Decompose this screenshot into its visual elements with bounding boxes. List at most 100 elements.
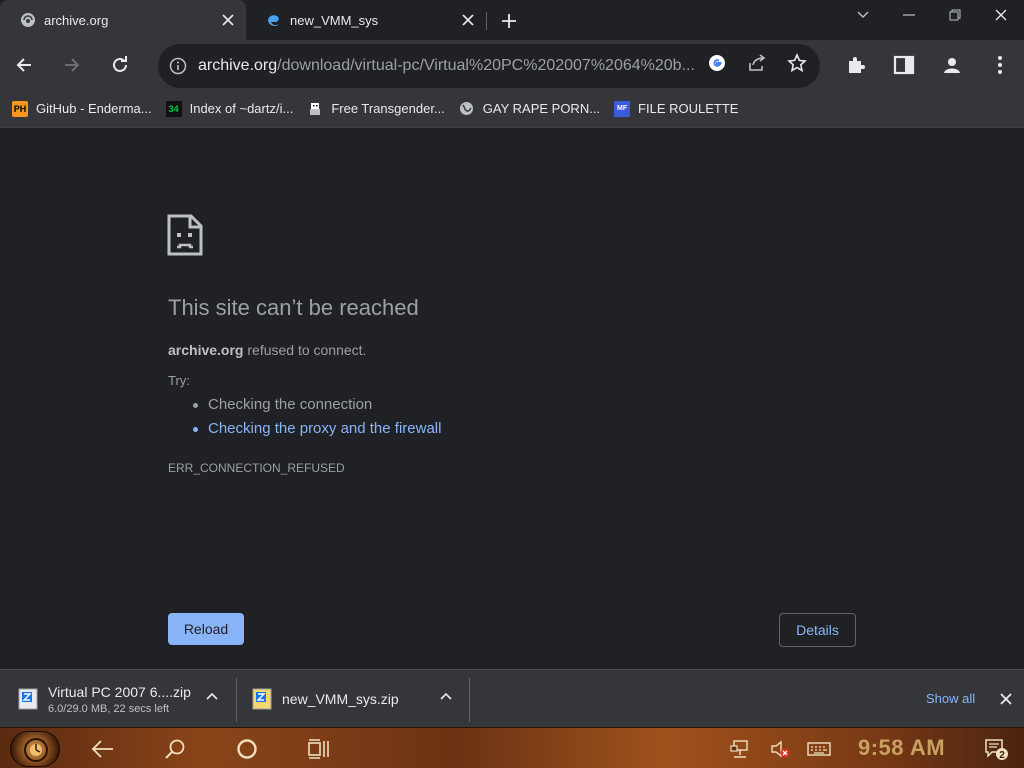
chevron-down-icon xyxy=(857,11,869,18)
sad-page-icon xyxy=(166,213,204,262)
download-filename: Virtual PC 2007 6....zip xyxy=(48,683,191,700)
cortana-circle-icon xyxy=(237,739,257,759)
browser-toolbar: archive.org/download/virtual-pc/Virtual%… xyxy=(0,40,1024,90)
restore-icon xyxy=(949,9,961,21)
start-button[interactable] xyxy=(10,731,60,767)
tab-archive[interactable]: archive.org xyxy=(0,0,246,40)
error-host: archive.org xyxy=(168,342,244,358)
reload-button[interactable]: Reload xyxy=(168,613,244,645)
suggestion-check-proxy-link[interactable]: Checking the proxy and the firewall xyxy=(192,420,441,444)
index-favicon-icon: 34 xyxy=(165,100,182,117)
restore-button[interactable] xyxy=(932,0,978,30)
clock-gear-icon xyxy=(24,738,48,762)
side-panel-icon[interactable] xyxy=(892,53,916,77)
notification-center-button[interactable]: 2 xyxy=(982,736,1010,762)
try-label: Try: xyxy=(168,373,190,388)
tab-title: archive.org xyxy=(44,12,109,28)
show-all-downloads-link[interactable]: Show all xyxy=(926,691,975,706)
error-description: archive.org refused to connect. xyxy=(168,342,366,358)
url-path: /download/virtual-pc/Virtual%20PC%202007… xyxy=(277,57,694,74)
download-filename: new_VMM_sys.zip xyxy=(282,691,399,707)
tab-search-button[interactable] xyxy=(840,0,886,30)
arrow-right-icon xyxy=(65,58,80,72)
url-text[interactable]: archive.org/download/virtual-pc/Virtual%… xyxy=(198,57,694,75)
bookmark-index-of-dartz[interactable]: 34 Index of ~dartz/i... xyxy=(165,95,294,123)
bookmark-globe-site[interactable]: GAY RAPE PORN... xyxy=(459,95,600,123)
error-title: This site can’t be reached xyxy=(168,295,419,320)
tab-separator xyxy=(486,12,487,30)
profile-avatar-icon[interactable] xyxy=(940,53,964,77)
cortana-button[interactable] xyxy=(234,736,260,762)
bookmark-github[interactable]: PH GitHub - Enderma... xyxy=(12,95,152,123)
bookmark-label: GAY RAPE PORN... xyxy=(482,101,601,116)
arrow-left-icon xyxy=(91,740,113,758)
zip-file-icon xyxy=(18,688,38,710)
google-lens-icon[interactable] xyxy=(706,52,728,74)
tab-title: new_VMM_sys xyxy=(290,12,379,28)
tab-new-vmm-sys[interactable]: new_VMM_sys xyxy=(246,0,486,40)
pornhub-favicon-icon: PH xyxy=(12,100,28,117)
close-shelf-icon[interactable] xyxy=(996,689,1016,709)
more-menu-icon[interactable] xyxy=(988,53,1012,77)
globe-icon xyxy=(459,101,475,117)
taskbar-back-button[interactable] xyxy=(90,736,116,762)
notification-icon: 2 xyxy=(985,739,1008,761)
bookmark-label: Free Transgender... xyxy=(331,101,445,116)
minimize-icon xyxy=(903,14,915,16)
bookmark-label: FILE ROULETTE xyxy=(638,101,739,116)
suggestion-check-connection: Checking the connection xyxy=(192,396,441,420)
bookmark-star-icon[interactable] xyxy=(786,52,808,74)
bookmark-free-transgender[interactable]: Free Transgender... xyxy=(307,95,445,123)
download-options-chevron-icon[interactable] xyxy=(436,686,456,706)
download-options-chevron-icon[interactable] xyxy=(202,686,222,706)
bookmark-label: GitHub - Enderma... xyxy=(36,101,152,116)
minimize-button[interactable] xyxy=(886,0,932,30)
close-icon xyxy=(995,9,1007,21)
share-icon[interactable] xyxy=(746,52,768,74)
zip-file-icon xyxy=(252,688,272,710)
taskbar-search-button[interactable] xyxy=(162,736,188,762)
suggestion-list: Checking the connection Checking the pro… xyxy=(192,396,441,444)
close-window-button[interactable] xyxy=(978,0,1024,30)
reload-toolbar-button[interactable] xyxy=(104,49,136,81)
download-item-new-vmm-sys[interactable]: new_VMM_sys.zip xyxy=(252,676,399,722)
tab-strip: archive.org new_VMM_sys xyxy=(0,0,1024,40)
edge-favicon-icon xyxy=(266,12,282,28)
window-controls xyxy=(840,0,1024,30)
network-tray-icon[interactable] xyxy=(728,736,752,762)
bookmark-file-roulette[interactable]: MF FILE ROULETTE xyxy=(614,95,738,123)
keyboard-tray-icon[interactable] xyxy=(806,736,832,762)
download-text: Virtual PC 2007 6....zip 6.0/29.0 MB, 22… xyxy=(48,684,191,715)
download-separator xyxy=(236,678,237,722)
close-tab-icon[interactable] xyxy=(216,8,240,32)
error-message: refused to connect. xyxy=(243,342,367,358)
download-progress-status: 6.0/29.0 MB, 22 secs left xyxy=(48,702,170,715)
search-icon xyxy=(165,739,185,759)
url-host: archive.org xyxy=(198,57,278,74)
error-page: This site can’t be reached archive.org r… xyxy=(0,129,1024,669)
taskbar-clock[interactable]: 9:58 AM xyxy=(858,735,945,761)
close-tab-icon[interactable] xyxy=(456,8,480,32)
extensions-puzzle-icon[interactable] xyxy=(844,53,868,77)
download-item-virtual-pc[interactable]: Virtual PC 2007 6....zip 6.0/29.0 MB, 22… xyxy=(18,676,191,722)
refresh-icon xyxy=(113,56,127,72)
info-icon[interactable] xyxy=(168,56,188,76)
volume-muted-tray-icon[interactable] xyxy=(768,736,792,762)
details-button[interactable]: Details xyxy=(779,613,856,647)
bookmark-label: Index of ~dartz/i... xyxy=(189,101,294,116)
windows-taskbar: 9:58 AM 2 xyxy=(0,727,1024,768)
new-tab-button[interactable] xyxy=(496,8,522,34)
bookmarks-bar: PH GitHub - Enderma... 34 Index of ~dart… xyxy=(0,90,1024,128)
error-code: ERR_CONNECTION_REFUSED xyxy=(168,461,345,475)
forward-button[interactable] xyxy=(56,49,88,81)
task-view-button[interactable] xyxy=(306,736,332,762)
notification-count: 2 xyxy=(999,750,1005,761)
arrow-left-icon xyxy=(16,58,31,72)
character-favicon-icon xyxy=(307,101,323,117)
file-roulette-favicon-icon: MF xyxy=(614,100,631,117)
plus-icon xyxy=(502,14,516,28)
back-button[interactable] xyxy=(8,49,40,81)
download-shelf: Virtual PC 2007 6....zip 6.0/29.0 MB, 22… xyxy=(0,669,1024,727)
download-separator xyxy=(469,678,470,722)
task-view-icon xyxy=(308,739,329,759)
